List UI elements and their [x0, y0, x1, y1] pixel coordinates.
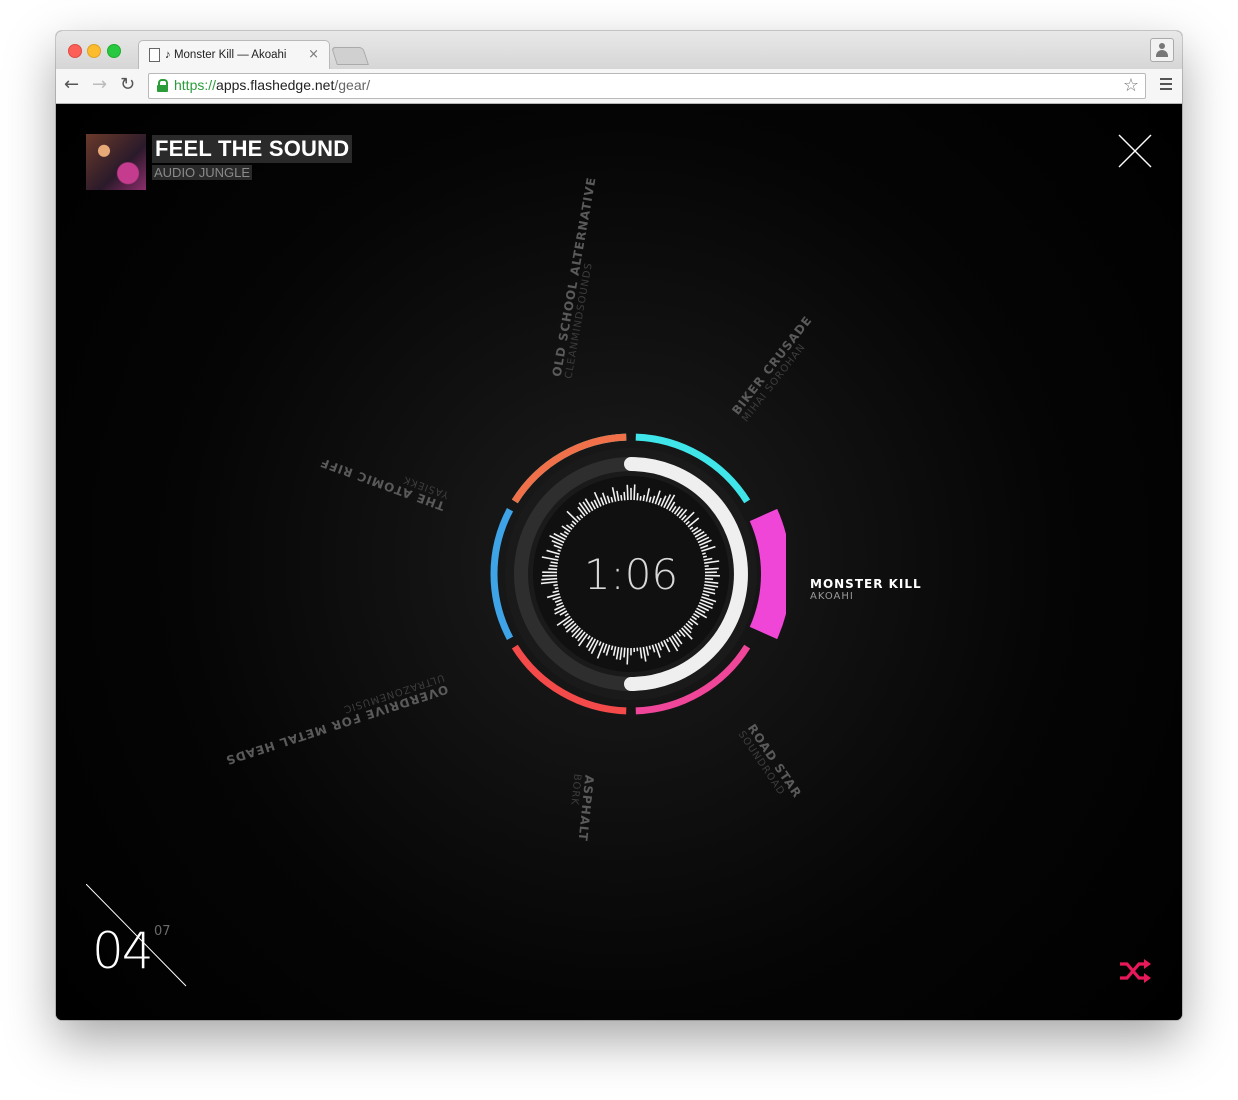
browser-toolbar: ← → ↻ https://apps.flashedge.net/gear/ ☆ [56, 69, 1182, 104]
profile-icon[interactable] [1150, 38, 1174, 62]
track-monster-kill[interactable]: MONSTER KILL AKOAHI [810, 577, 922, 602]
profile-body [1156, 50, 1168, 57]
shuffle-icon[interactable] [1118, 957, 1152, 985]
track-old-school-alternative[interactable]: OLD SCHOOL ALTERNATIVE CLEANMINDSOUNDS [550, 176, 610, 380]
bookmark-star-icon[interactable]: ☆ [1123, 75, 1139, 96]
url-host: apps.flashedge.net [216, 77, 335, 93]
now-playing-title: FEEL THE SOUND [152, 135, 353, 163]
track-road-star[interactable]: ROAD STAR SOUNDROAD [736, 722, 805, 807]
address-bar[interactable]: https://apps.flashedge.net/gear/ ☆ [148, 73, 1146, 99]
track-title: OVERDRIVE FOR METAL HEADS [223, 682, 450, 768]
close-window-button[interactable] [68, 44, 82, 58]
browser-window: ♪ Monster Kill — Akoahi × ← → ↻ https://… [56, 31, 1182, 1020]
track-asphalt[interactable]: ASPHALT BORK [565, 773, 596, 842]
track-title: BIKER CRUSADE [729, 313, 815, 418]
track-title: MONSTER KILL [810, 577, 922, 591]
track-biker-crusade[interactable]: BIKER CRUSADE MIHAI SOROHAN [729, 313, 823, 424]
track-the-atomic-riff[interactable]: THE ATOMIC RIFF YASIEKK [318, 445, 450, 513]
minimize-window-button[interactable] [87, 44, 101, 58]
close-icon[interactable] [1118, 134, 1152, 168]
lock-icon [157, 79, 168, 92]
tab-title: ♪ Monster Kill — Akoahi [165, 49, 287, 61]
counter-current: 04 [92, 922, 154, 980]
forward-button[interactable]: → [92, 74, 107, 96]
back-button[interactable]: ← [64, 74, 79, 96]
profile-head [1159, 43, 1165, 49]
playback-time: 1:06 [583, 549, 679, 599]
tab-strip: ♪ Monster Kill — Akoahi × [56, 31, 1182, 70]
new-tab-button[interactable] [331, 47, 369, 65]
reload-button[interactable]: ↻ [120, 74, 135, 96]
menu-icon[interactable] [1160, 78, 1172, 90]
tab-monster-kill[interactable]: ♪ Monster Kill — Akoahi × [138, 40, 330, 70]
url-text: https://apps.flashedge.net/gear/ [174, 77, 370, 93]
now-playing-artist: AUDIO JUNGLE [152, 165, 253, 180]
album-art [86, 134, 146, 190]
zoom-window-button[interactable] [107, 44, 121, 58]
playback-dial[interactable]: 1:06 [476, 419, 791, 729]
track-artist: AKOAHI [810, 591, 854, 602]
url-scheme: https:// [174, 77, 217, 93]
document-icon [149, 48, 160, 62]
tab-close-icon[interactable]: × [308, 47, 319, 62]
url-path: /gear/ [334, 77, 371, 93]
track-artist: ULTRAZONEMUSIC [341, 671, 446, 715]
track-artist: MIHAI SOROHAN [740, 341, 808, 425]
track-overdrive-for-metal-heads[interactable]: OVERDRIVE FOR METAL HEADS ULTRAZONEMUSIC [220, 672, 450, 768]
track-counter: 04 07 [86, 884, 196, 994]
player-area: FEEL THE SOUND AUDIO JUNGLE OLD SCHOOL A… [56, 104, 1182, 1020]
counter-total: 07 [154, 924, 171, 939]
